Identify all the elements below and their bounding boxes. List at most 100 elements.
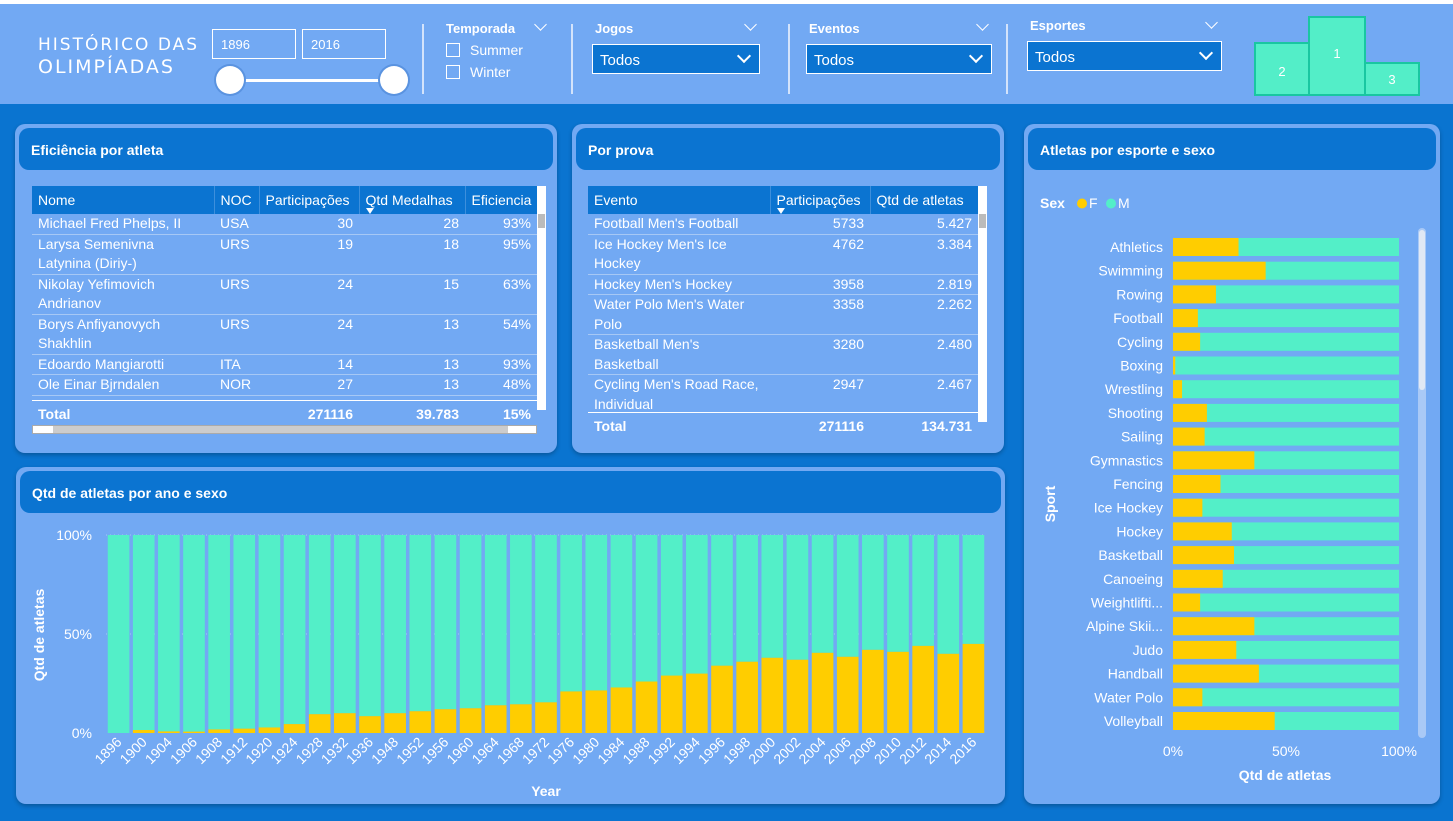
bar-male-2014[interactable] [937,535,960,654]
bar-female-Basketball[interactable] [1173,546,1235,565]
bar-female-1952[interactable] [409,711,432,733]
bar-male-2000[interactable] [761,535,784,658]
bar-female-2008[interactable] [862,649,884,733]
bar-female-1972[interactable] [535,702,557,733]
bar-female-1936[interactable] [359,716,381,733]
bar-male-Ice Hockey[interactable] [1173,498,1399,517]
bar-female-2016[interactable] [962,643,985,733]
chevron-down-icon[interactable] [976,18,989,31]
bar-female-Boxing[interactable] [1173,356,1176,375]
bar-male-2004[interactable] [811,535,834,653]
col-header[interactable]: Nome [32,186,215,214]
bar-male-1932[interactable] [334,535,356,714]
bar-female-1964[interactable] [484,705,507,733]
checkbox-icon[interactable] [446,65,460,79]
bar-male-Shooting[interactable] [1173,403,1399,422]
bar-female-2000[interactable] [761,657,784,733]
bar-female-Judo[interactable] [1173,640,1237,659]
bar-male-1920[interactable] [258,535,281,728]
bar-male-1984[interactable] [610,535,633,688]
bar-male-1936[interactable] [359,535,381,717]
bar-male-1998[interactable] [736,535,758,662]
table-row[interactable]: Ole Einar Bjrndalen NOR 27 13 48% [32,374,537,396]
year-start-input[interactable]: 1896 [212,29,296,59]
bar-male-1924[interactable] [283,535,306,725]
bar-male-1908[interactable] [208,535,230,730]
scrollbar-thumb[interactable] [979,214,986,228]
bar-male-1960[interactable] [459,535,482,709]
bar-male-Cycling[interactable] [1173,332,1399,351]
bar-female-1908[interactable] [208,729,230,733]
bar-female-1994[interactable] [686,673,708,733]
chevron-down-icon[interactable] [968,48,984,64]
table-row[interactable]: Football Men's Football 5733 5.427 [588,214,978,235]
bar-female-1904[interactable] [158,731,180,733]
bar-male-1988[interactable] [635,535,658,682]
table-row[interactable]: Ice Hockey Men's Ice Hockey 4762 3.384 [588,234,978,275]
year-slider-start-handle[interactable] [216,66,244,94]
bar-male-1900[interactable] [132,535,155,731]
table-row[interactable]: Water Polo Men's Water Polo 3358 2.262 [588,294,978,335]
bar-female-1948[interactable] [384,713,406,733]
year-end-input[interactable]: 2016 [302,29,386,59]
jogos-dropdown[interactable]: Todos [592,44,760,74]
bar-female-2004[interactable] [811,652,834,733]
bar-female-Canoeing[interactable] [1173,569,1223,588]
bar-female-1906[interactable] [183,731,205,733]
bar-female-Swimming[interactable] [1173,261,1266,280]
chevron-down-icon[interactable] [744,18,757,31]
bar-female-1956[interactable] [434,709,457,733]
bar-male-Sailing[interactable] [1173,427,1399,446]
bar-female-Cycling[interactable] [1173,332,1201,351]
bar-male-1994[interactable] [686,535,708,674]
scrollbar-thumb[interactable] [53,426,508,433]
table-row[interactable]: Larysa Semenivna Latynina (Diriy-) URS 19 1… [32,234,537,275]
bar-female-1960[interactable] [459,708,482,733]
bar-female-2012[interactable] [912,645,934,733]
col-header-sorted[interactable]: Participações [770,186,871,214]
table-row[interactable]: Nikolay Yefimovich Andrianov URS 24 15 63% [32,274,537,315]
bar-female-Weightlifti...[interactable] [1173,593,1201,612]
bar-male-1980[interactable] [585,535,608,691]
bar-female-1912[interactable] [233,728,256,733]
bar-female-Fencing[interactable] [1173,475,1221,493]
bar-male-1976[interactable] [560,535,582,692]
eventos-dropdown[interactable]: Todos [806,44,992,74]
bar-male-2016[interactable] [962,535,985,644]
bar-male-Weightlifti...[interactable] [1173,593,1399,612]
bar-male-Water Polo[interactable] [1173,688,1399,707]
bar-female-1968[interactable] [510,704,532,733]
bar-female-Wrestling[interactable] [1173,380,1183,399]
bar-female-Alpine Skii...[interactable] [1173,617,1255,636]
bar-female-Football[interactable] [1173,309,1198,328]
chevron-down-icon[interactable] [534,18,547,31]
bar-female-Handball[interactable] [1173,664,1259,683]
bar-female-1928[interactable] [308,714,331,733]
esportes-dropdown[interactable]: Todos [1027,41,1222,71]
scrollbar-thumb[interactable] [1419,230,1425,390]
bar-male-1992[interactable] [660,535,683,676]
bar-female-Sailing[interactable] [1173,427,1205,446]
bar-female-1900[interactable] [132,730,155,733]
bar-male-1964[interactable] [484,535,507,706]
col-header[interactable]: NOC [214,186,260,214]
vertical-scrollbar[interactable] [978,186,987,422]
bar-female-1998[interactable] [736,661,758,733]
year-slider-end-handle[interactable] [380,66,408,94]
col-header[interactable]: Eficiencia [465,186,537,214]
col-header[interactable]: Qtd de atletas [870,186,979,214]
bar-male-2012[interactable] [912,535,934,646]
bar-male-1928[interactable] [308,535,331,715]
chevron-down-icon[interactable] [736,48,752,64]
table-row[interactable]: Cycling Men's Road Race, Individual 2947 2… [588,374,978,415]
bar-female-Shooting[interactable] [1173,403,1207,422]
bar-female-1988[interactable] [635,681,658,733]
horizontal-scrollbar[interactable] [32,425,537,434]
bar-male-1952[interactable] [409,535,432,712]
bar-male-1896[interactable] [107,535,130,733]
bar-female-Gymnastics[interactable] [1173,451,1255,470]
bar-male-1956[interactable] [434,535,457,710]
bar-male-Wrestling[interactable] [1173,380,1399,399]
col-header[interactable]: Participações [259,186,360,214]
bar-female-2014[interactable] [937,653,960,733]
